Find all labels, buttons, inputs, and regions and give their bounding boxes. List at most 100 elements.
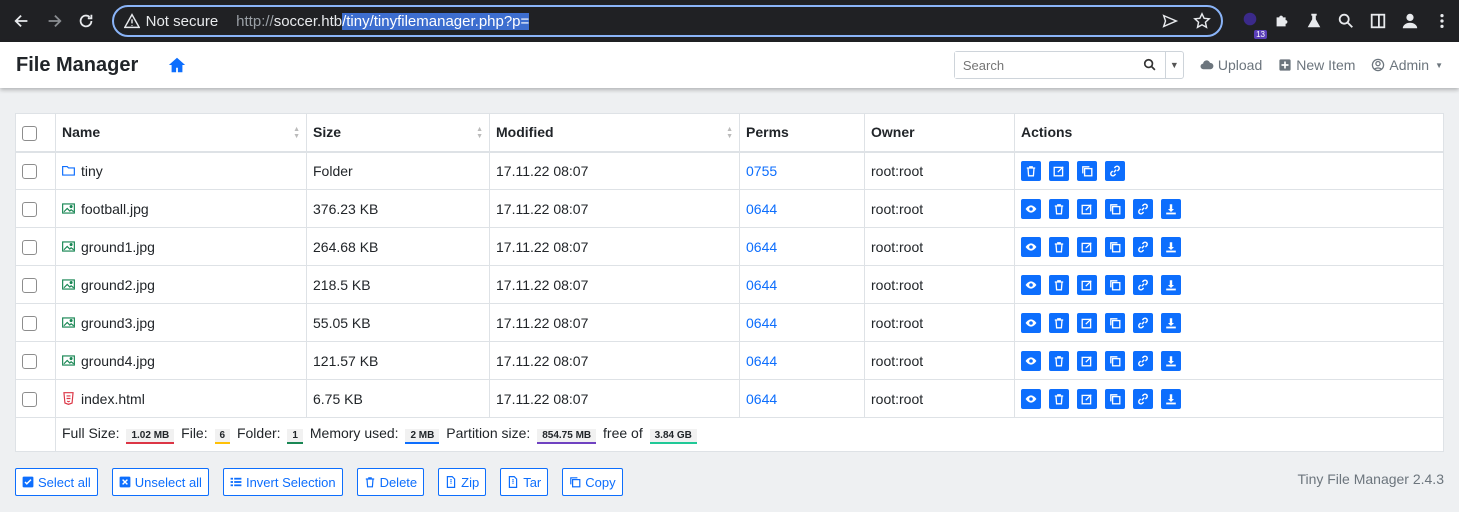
side-panel-icon[interactable] <box>1369 12 1387 30</box>
row-checkbox[interactable] <box>22 164 37 180</box>
home-icon[interactable] <box>168 56 186 74</box>
header-name[interactable]: Name ▲ ▼ <box>55 113 307 153</box>
view-icon[interactable] <box>1021 274 1041 295</box>
copy-icon[interactable] <box>1105 236 1125 257</box>
view-icon[interactable] <box>1021 312 1041 333</box>
rename-icon[interactable] <box>1077 312 1097 333</box>
row-checkbox[interactable] <box>22 353 37 369</box>
file-name-link[interactable]: football.jpg <box>81 201 149 217</box>
row-checkbox[interactable] <box>22 315 37 331</box>
file-name-link[interactable]: index.html <box>81 391 145 407</box>
zip-button[interactable]: Zip <box>438 468 487 496</box>
download-icon[interactable] <box>1161 198 1181 219</box>
extension-badge-icon[interactable]: 13 <box>1241 10 1267 39</box>
copy-icon[interactable] <box>1105 198 1125 219</box>
perms-link[interactable]: 0644 <box>746 315 777 331</box>
file-size: 121.57 KB <box>306 341 490 380</box>
new-item-link[interactable]: New Item <box>1278 57 1355 73</box>
direct-link-icon[interactable] <box>1105 160 1125 181</box>
select-all-checkbox[interactable] <box>22 125 37 141</box>
bookmark-star-icon[interactable] <box>1193 12 1211 30</box>
forward-icon[interactable] <box>40 7 68 35</box>
unselect-all-button[interactable]: Unselect all <box>111 468 209 496</box>
delete-icon[interactable] <box>1049 312 1069 333</box>
delete-icon[interactable] <box>1049 274 1069 295</box>
copy-icon[interactable] <box>1105 274 1125 295</box>
delete-icon[interactable] <box>1049 236 1069 257</box>
app-navbar: File Manager ▼ Upload New Item Admin ▼ <box>0 42 1459 88</box>
select-all-button[interactable]: Select all <box>15 468 98 496</box>
copy-icon[interactable] <box>1105 312 1125 333</box>
delete-icon[interactable] <box>1049 350 1069 371</box>
table-row: tiny Folder 17.11.22 08:07 0755 root:root <box>15 151 1444 190</box>
search-input[interactable] <box>954 52 1135 78</box>
perms-link[interactable]: 0644 <box>746 201 777 217</box>
brand-title[interactable]: File Manager <box>16 54 138 77</box>
flask-icon[interactable] <box>1305 12 1323 30</box>
rename-icon[interactable] <box>1077 388 1097 409</box>
menu-kebab-icon[interactable] <box>1433 12 1451 30</box>
admin-dropdown[interactable]: Admin ▼ <box>1371 57 1443 73</box>
file-name-link[interactable]: ground2.jpg <box>81 277 155 293</box>
tar-button[interactable]: Tar <box>500 468 549 496</box>
extensions-puzzle-icon[interactable] <box>1273 12 1291 30</box>
rename-icon[interactable] <box>1077 350 1097 371</box>
view-icon[interactable] <box>1021 198 1041 219</box>
file-name-link[interactable]: ground1.jpg <box>81 239 155 255</box>
rename-icon[interactable] <box>1077 236 1097 257</box>
perms-link[interactable]: 0644 <box>746 391 777 407</box>
row-checkbox[interactable] <box>22 391 37 407</box>
back-icon[interactable] <box>8 7 36 35</box>
rename-icon[interactable] <box>1049 160 1069 181</box>
perms-link[interactable]: 0644 <box>746 277 777 293</box>
url-scheme: http:// <box>236 12 274 30</box>
direct-link-icon[interactable] <box>1133 350 1153 371</box>
magnify-icon[interactable] <box>1337 12 1355 30</box>
header-modified[interactable]: Modified ▲ ▼ <box>489 113 740 153</box>
delete-icon[interactable] <box>1049 198 1069 219</box>
copy-icon[interactable] <box>1105 388 1125 409</box>
delete-button[interactable]: Delete <box>356 468 425 496</box>
reload-icon[interactable] <box>72 7 100 35</box>
send-icon[interactable] <box>1161 12 1179 30</box>
file-name-link[interactable]: ground4.jpg <box>81 353 155 369</box>
profile-icon[interactable] <box>1401 12 1419 30</box>
download-icon[interactable] <box>1161 388 1181 409</box>
address-bar[interactable]: Not secure http://soccer.htb/tiny/tinyfi… <box>111 5 1223 37</box>
view-icon[interactable] <box>1021 350 1041 371</box>
not-secure-label[interactable]: Not secure <box>146 13 219 30</box>
search-icon[interactable] <box>1135 52 1165 78</box>
perms-link[interactable]: 0644 <box>746 353 777 369</box>
view-icon[interactable] <box>1021 236 1041 257</box>
direct-link-icon[interactable] <box>1133 198 1153 219</box>
direct-link-icon[interactable] <box>1133 274 1153 295</box>
header-size[interactable]: Size ▲ ▼ <box>306 113 490 153</box>
perms-link[interactable]: 0755 <box>746 163 777 179</box>
download-icon[interactable] <box>1161 236 1181 257</box>
invert-selection-button[interactable]: Invert Selection <box>222 468 343 496</box>
direct-link-icon[interactable] <box>1133 388 1153 409</box>
direct-link-icon[interactable] <box>1133 236 1153 257</box>
search-dropdown-icon[interactable]: ▼ <box>1164 52 1183 78</box>
row-checkbox[interactable] <box>22 201 37 217</box>
perms-link[interactable]: 0644 <box>746 239 777 255</box>
download-icon[interactable] <box>1161 274 1181 295</box>
view-icon[interactable] <box>1021 388 1041 409</box>
download-icon[interactable] <box>1161 312 1181 333</box>
rename-icon[interactable] <box>1077 198 1097 219</box>
download-icon[interactable] <box>1161 350 1181 371</box>
rename-icon[interactable] <box>1077 274 1097 295</box>
direct-link-icon[interactable] <box>1133 312 1153 333</box>
delete-icon[interactable] <box>1049 388 1069 409</box>
upload-link[interactable]: Upload <box>1200 57 1262 73</box>
copy-icon[interactable] <box>1105 350 1125 371</box>
delete-icon[interactable] <box>1021 160 1041 181</box>
file-name-link[interactable]: ground3.jpg <box>81 315 155 331</box>
row-checkbox[interactable] <box>22 277 37 293</box>
copy-button[interactable]: Copy <box>562 468 623 496</box>
copy-icon[interactable] <box>1077 160 1097 181</box>
row-checkbox[interactable] <box>22 239 37 255</box>
file-name-link[interactable]: tiny <box>81 163 103 179</box>
file-owner: root:root <box>864 379 1015 418</box>
warning-icon[interactable] <box>123 13 140 29</box>
